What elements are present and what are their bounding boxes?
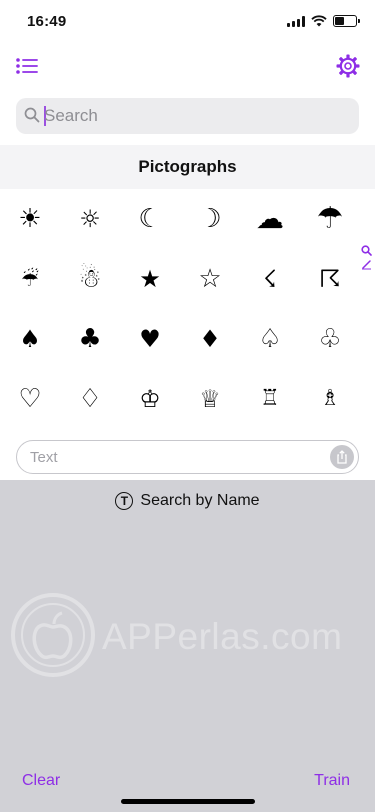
symbol-cell[interactable]: ☇ <box>240 249 300 309</box>
share-button[interactable] <box>330 445 354 469</box>
symbol-cell[interactable]: ♠ <box>0 309 60 369</box>
symbol-glyph: ♕ <box>199 385 221 413</box>
symbol-glyph: ♔ <box>139 385 161 413</box>
watermark: APPerlas.com <box>10 592 370 688</box>
list-icon <box>16 58 38 74</box>
symbol-glyph: ☽ <box>198 204 222 234</box>
symbol-glyph: ♥ <box>139 325 161 353</box>
symbol-glyph: ♡ <box>18 384 42 414</box>
symbol-glyph: ☾ <box>138 204 162 234</box>
status-time: 16:49 <box>27 13 67 30</box>
side-index <box>359 245 373 270</box>
list-button[interactable] <box>14 54 40 78</box>
search-icon <box>24 107 40 123</box>
symbol-cell[interactable]: ☈ <box>300 249 360 309</box>
symbol-glyph: ☼ <box>79 205 101 233</box>
section-header: Pictographs <box>0 145 375 189</box>
watermark-text: APPerlas.com <box>102 616 343 657</box>
search-input[interactable] <box>44 98 349 134</box>
symbol-glyph: ♠ <box>19 325 41 353</box>
search-by-name-label: Search by Name <box>140 492 260 509</box>
gear-icon <box>336 54 360 78</box>
train-button[interactable]: Train <box>314 772 350 790</box>
search-bar <box>16 98 359 134</box>
symbol-glyph: ★ <box>139 265 161 293</box>
text-field-container <box>16 440 359 474</box>
symbol-glyph: ♖ <box>260 386 280 411</box>
section-title: Pictographs <box>138 157 237 176</box>
symbol-cell[interactable]: ☾ <box>120 189 180 249</box>
status-bar: 16:49 <box>0 0 375 44</box>
battery-level <box>335 17 344 25</box>
symbol-cell[interactable]: ♗ <box>300 369 360 429</box>
symbol-cell[interactable]: ♣ <box>60 309 120 369</box>
home-indicator <box>121 799 255 804</box>
symbol-cell[interactable]: ☂ <box>300 189 360 249</box>
symbol-cell[interactable]: ☽ <box>180 189 240 249</box>
edit-icon[interactable] <box>361 259 372 270</box>
battery-icon <box>333 15 360 27</box>
symbol-glyph: ♧ <box>318 324 342 354</box>
settings-button[interactable] <box>335 53 361 79</box>
symbol-glyph: ☁ <box>256 202 284 235</box>
symbol-cell[interactable]: ☼ <box>60 189 120 249</box>
share-icon <box>337 450 347 464</box>
symbol-cell[interactable]: ★ <box>120 249 180 309</box>
text-mode-icon: T <box>115 492 134 510</box>
symbol-glyph: ☈ <box>319 265 341 293</box>
symbol-glyph: ♢ <box>78 384 102 414</box>
symbol-cell[interactable]: ☆ <box>180 249 240 309</box>
text-input[interactable] <box>30 441 320 473</box>
search-icon[interactable] <box>360 245 372 256</box>
symbol-cell[interactable]: ♤ <box>240 309 300 369</box>
symbol-cell[interactable]: ♧ <box>300 309 360 369</box>
symbol-cell[interactable]: ♕ <box>180 369 240 429</box>
symbol-cell[interactable]: ☀ <box>0 189 60 249</box>
symbol-glyph: ♦ <box>199 325 221 353</box>
symbol-cell[interactable]: ♢ <box>60 369 120 429</box>
navigation-bar <box>0 44 375 88</box>
symbol-glyph: ☔ <box>21 267 39 291</box>
symbol-glyph: ☃ <box>78 264 102 294</box>
symbol-cell[interactable]: ☔ <box>0 249 60 309</box>
symbol-cell[interactable]: ♥ <box>120 309 180 369</box>
wifi-icon <box>311 15 327 27</box>
status-icons <box>287 15 360 27</box>
clear-button[interactable]: Clear <box>22 772 60 790</box>
search-by-name-button[interactable]: T Search by Name <box>0 492 375 510</box>
symbol-glyph: ☀ <box>18 204 42 234</box>
symbol-cell[interactable]: ♖ <box>240 369 300 429</box>
symbol-cell[interactable]: ☃ <box>60 249 120 309</box>
symbol-glyph: ♗ <box>320 386 340 411</box>
input-panel: T Search by Name APPerlas.com Clear Trai… <box>0 480 375 812</box>
symbol-cell[interactable]: ♦ <box>180 309 240 369</box>
symbol-cell[interactable]: ☁ <box>240 189 300 249</box>
symbol-grid: ☀ ☼ ☾ ☽ ☁ ☂ ☔ ☃ ★ ☆ ☇ ☈ ♠ ♣ ♥ ♦ ♤ ♧ ♡ ♢ ♔ ♕ ♖ ♗ <box>0 189 357 429</box>
cellular-signal-icon <box>287 15 305 27</box>
symbol-glyph: ☇ <box>263 265 277 293</box>
symbol-cell[interactable]: ♔ <box>120 369 180 429</box>
symbol-glyph: ♤ <box>258 324 282 354</box>
symbol-glyph: ♣ <box>78 324 102 354</box>
symbol-cell[interactable]: ♡ <box>0 369 60 429</box>
symbol-glyph: ☂ <box>316 201 344 236</box>
symbol-glyph: ☆ <box>198 264 222 294</box>
watermark-logo <box>11 593 95 677</box>
